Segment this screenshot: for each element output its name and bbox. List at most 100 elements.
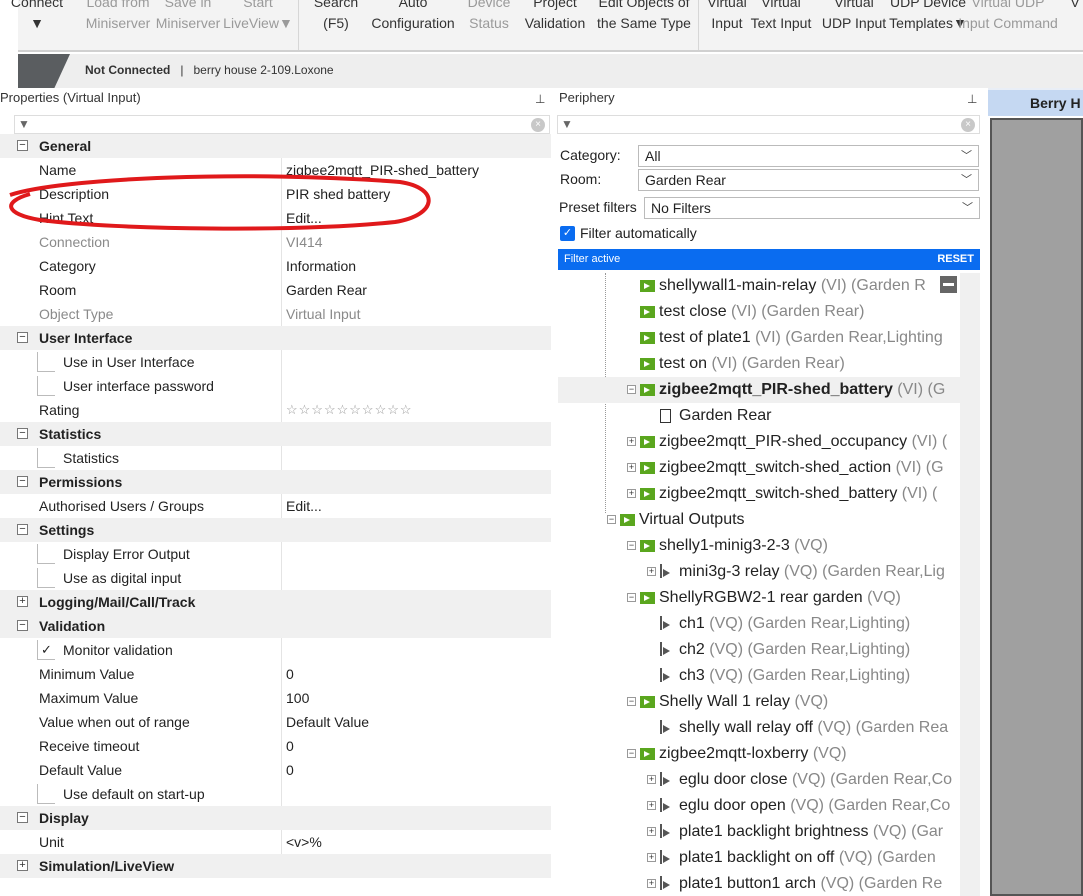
property-row[interactable]: Use default on start-up (0, 782, 551, 806)
pin-icon[interactable]: ⊥ (535, 92, 545, 106)
property-value[interactable]: 0 (286, 662, 294, 686)
collapse-icon[interactable]: − (17, 428, 28, 439)
expand-icon[interactable]: + (647, 879, 656, 888)
property-section[interactable]: − Settings (0, 518, 551, 542)
collapse-icon[interactable]: − (627, 541, 636, 550)
property-row[interactable]: Room Garden Rear (0, 278, 551, 302)
property-row[interactable]: Use as digital input (0, 566, 551, 590)
collapse-icon[interactable]: − (17, 620, 28, 631)
expand-icon[interactable]: + (647, 567, 656, 576)
property-checkbox[interactable] (37, 568, 55, 588)
property-section[interactable]: − Display (0, 806, 551, 830)
property-row[interactable]: Use in User Interface (0, 350, 551, 374)
expand-icon[interactable]: + (647, 775, 656, 784)
tree-item[interactable]: ch3 (VQ) (Garden Rear,Lighting) (558, 663, 960, 689)
clear-icon[interactable]: × (961, 118, 975, 132)
properties-filter-input[interactable]: ▼ × (14, 115, 550, 134)
rating-stars[interactable]: ☆☆☆☆☆☆☆☆☆☆ (286, 398, 413, 422)
property-value[interactable]: zigbee2mqtt_PIR-shed_battery (286, 158, 479, 182)
property-row[interactable]: Hint Text Edit... (0, 206, 551, 230)
expand-icon[interactable]: + (627, 437, 636, 446)
property-section[interactable]: − User Interface (0, 326, 551, 350)
toolbar-button[interactable]: Load from Miniserver (86, 0, 151, 34)
property-row[interactable]: Maximum Value 100 (0, 686, 551, 710)
tree-item[interactable]: − zigbee2mqtt_PIR-shed_battery (VI) (G (558, 377, 960, 403)
property-value[interactable]: Edit... (286, 206, 322, 230)
property-row[interactable]: Receive timeout 0 (0, 734, 551, 758)
toolbar-button[interactable]: Virtual UDP Input Command (958, 0, 1058, 34)
toolbar-button[interactable]: V (1070, 0, 1079, 13)
property-checkbox[interactable]: ✓ (37, 640, 55, 660)
property-value[interactable]: Edit... (286, 494, 322, 518)
toolbar-button[interactable]: Search (F5) (314, 0, 358, 34)
tree-item[interactable]: + eglu door open (VQ) (Garden Rear,Co (558, 793, 960, 819)
tree-item[interactable]: test of plate1 (VI) (Garden Rear,Lightin… (558, 325, 960, 351)
toolbar-button[interactable]: UDP Device Templates▼ (889, 0, 967, 34)
property-row[interactable]: Statistics (0, 446, 551, 470)
collapse-icon[interactable]: − (607, 515, 616, 524)
expand-icon[interactable]: + (647, 853, 656, 862)
tree-item[interactable]: + plate1 button1 arch (VQ) (Garden Re (558, 871, 960, 896)
expand-icon[interactable]: + (627, 463, 636, 472)
toolbar-button[interactable]: Start LiveView▼ (223, 0, 293, 34)
property-checkbox[interactable] (37, 544, 55, 564)
collapse-icon[interactable]: − (627, 697, 636, 706)
property-row[interactable]: Authorised Users / Groups Edit... (0, 494, 551, 518)
property-checkbox[interactable] (37, 448, 55, 468)
collapse-icon[interactable]: − (17, 476, 28, 487)
collapse-icon[interactable]: − (17, 140, 28, 151)
filter-automatically-checkbox[interactable]: ✓ (560, 226, 575, 241)
property-section[interactable]: − General (0, 134, 551, 158)
pin-icon[interactable]: ⊥ (967, 92, 977, 106)
toolbar-button[interactable]: Virtual UDP Input (822, 0, 886, 34)
tree-item[interactable]: − ShellyRGBW2-1 rear garden (VQ) (558, 585, 960, 611)
periphery-filter-input[interactable]: ▼ × (557, 115, 980, 134)
property-value[interactable]: Virtual Input (286, 302, 360, 326)
property-row[interactable]: ✓ Monitor validation (0, 638, 551, 662)
expand-icon[interactable]: + (647, 801, 656, 810)
tree-item[interactable]: − shelly1-minig3-2-3 (VQ) (558, 533, 960, 559)
room-select[interactable]: Garden Rear ﹀ (638, 169, 979, 191)
property-row[interactable]: Value when out of range Default Value (0, 710, 551, 734)
collapse-icon[interactable]: − (627, 749, 636, 758)
property-row[interactable]: Category Information (0, 254, 551, 278)
collapse-icon[interactable]: − (17, 524, 28, 535)
tree-item[interactable]: + zigbee2mqtt_switch-shed_battery (VI) ( (558, 481, 960, 507)
collapse-icon[interactable]: − (627, 593, 636, 602)
property-checkbox[interactable] (37, 352, 55, 372)
property-row[interactable]: Object Type Virtual Input (0, 302, 551, 326)
property-row[interactable]: Unit <v>% (0, 830, 551, 854)
tree-item[interactable]: + zigbee2mqtt_PIR-shed_occupancy (VI) ( (558, 429, 960, 455)
property-row[interactable]: Connection VI414 (0, 230, 551, 254)
property-section[interactable]: + Simulation/LiveView (0, 854, 551, 878)
preset-filters-select[interactable]: No Filters ﹀ (644, 197, 980, 219)
tree-item[interactable]: − zigbee2mqtt-loxberry (VQ) (558, 741, 960, 767)
collapse-icon[interactable] (940, 276, 957, 293)
document-tab[interactable]: Berry H (988, 88, 1083, 116)
toolbar-button[interactable]: Device Status (468, 0, 511, 34)
property-checkbox[interactable] (37, 784, 55, 804)
property-value[interactable]: <v>% (286, 830, 322, 854)
property-row[interactable]: Default Value 0 (0, 758, 551, 782)
property-section[interactable]: − Statistics (0, 422, 551, 446)
property-row[interactable]: User interface password (0, 374, 551, 398)
tree-item[interactable]: shellywall1-main-relay (VI) (Garden R (558, 273, 960, 299)
expand-icon[interactable]: + (17, 596, 28, 607)
property-value[interactable]: VI414 (286, 230, 323, 254)
tree-item[interactable]: test on (VI) (Garden Rear) (558, 351, 960, 377)
property-section[interactable]: − Validation (0, 614, 551, 638)
tree-item[interactable]: Garden Rear (558, 403, 960, 429)
property-row[interactable]: Description PIR shed battery (0, 182, 551, 206)
category-select[interactable]: All ﹀ (638, 145, 979, 167)
property-row[interactable]: Minimum Value 0 (0, 662, 551, 686)
tree-item[interactable]: + plate1 backlight brightness (VQ) (Gar (558, 819, 960, 845)
expand-icon[interactable]: + (647, 827, 656, 836)
tree-item[interactable]: + plate1 backlight on off (VQ) (Garden (558, 845, 960, 871)
property-section[interactable]: − Permissions (0, 470, 551, 494)
toolbar-button[interactable]: Edit Objects of the Same Type (597, 0, 691, 34)
property-row[interactable]: Rating ☆☆☆☆☆☆☆☆☆☆ (0, 398, 551, 422)
tree-item[interactable]: + eglu door close (VQ) (Garden Rear,Co (558, 767, 960, 793)
toolbar-button[interactable]: Virtual Text Input (751, 0, 812, 34)
tree-scrollbar[interactable] (940, 273, 980, 896)
clear-icon[interactable]: × (531, 118, 545, 132)
